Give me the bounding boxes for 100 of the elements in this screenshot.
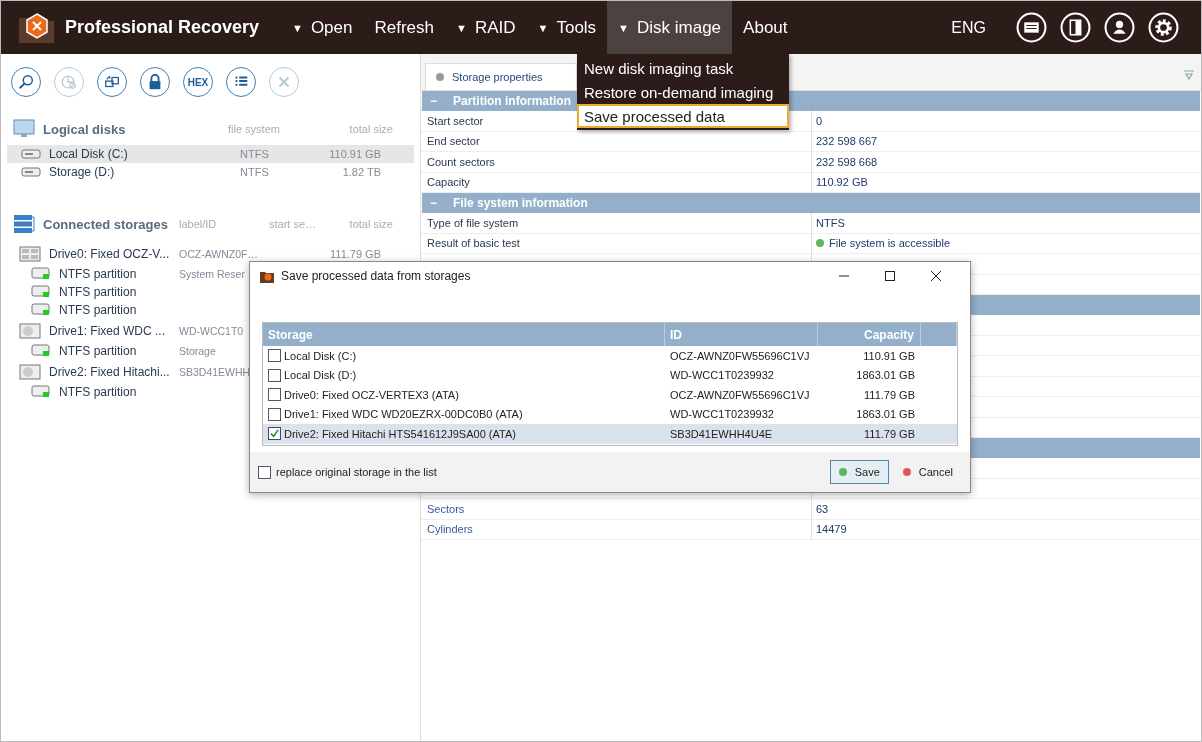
cancel-button[interactable]: Cancel [893, 460, 962, 484]
table-cell-text: OCZ-AWNZ0FW55696C1VJ [669, 348, 811, 364]
storage-row[interactable]: Local Disk (D:) WD-WCC1T0239932 1863.01 GB [263, 365, 957, 385]
checkbox[interactable] [268, 407, 281, 421]
dropdown-item[interactable]: New disk imaging task [577, 56, 789, 80]
property-value: NTFS [815, 215, 845, 231]
drive-label: SB3D41EWHH [179, 366, 251, 378]
table-cell: Drive0: Fixed OCZ-VERTEX3 (ATA) [284, 388, 459, 401]
app-title: Professional Recovery [65, 17, 260, 38]
property-label: Cylinders [421, 519, 812, 539]
checkbox[interactable] [268, 349, 281, 363]
partition-item[interactable]: NTFS partition [59, 267, 137, 281]
storage-row[interactable]: Drive2: Fixed Hitachi HTS541612J9SA00 (ATA) SB3D41EWHH4U4E 111.79 GB [263, 424, 957, 444]
search-button[interactable] [11, 67, 41, 97]
scan-button[interactable] [97, 67, 127, 97]
table-cell: Drive2: Fixed Hitachi HTS541612J9SA00 (ATA) [284, 427, 516, 440]
property-label: Capacity [421, 172, 812, 192]
property-value: 232 598 667 [815, 134, 878, 150]
logical-disk-item[interactable]: Storage (D:) NTFS 1.82 TB [7, 163, 414, 181]
list-button[interactable] [226, 67, 256, 97]
partition-icon [31, 385, 51, 399]
logical-disk-item[interactable]: Local Disk (C:) NTFS 110.91 GB [7, 145, 414, 163]
checkbox[interactable] [268, 368, 281, 382]
menu-item[interactable]: About [732, 1, 799, 54]
menu-item[interactable]: Refresh [363, 1, 445, 54]
drive-item[interactable]: Drive0: Fixed OCZ-V... [49, 247, 170, 261]
checkbox-label: replace original storage in the list [276, 466, 437, 478]
partition-label: Storage [179, 345, 216, 357]
drive-item[interactable]: Drive1: Fixed WDC ... [49, 324, 165, 338]
dropdown-item[interactable]: Save processed data [577, 104, 789, 128]
drive-size: 111.79 GB [330, 248, 381, 260]
checkbox[interactable] [268, 388, 281, 402]
table-cell-text: OCZ-AWNZ0FW55696C1VJ [669, 387, 811, 403]
storage-row[interactable]: Drive0: Fixed OCZ-VERTEX3 (ATA) OCZ-AWNZ0FW55696C1VJ 111.79 GB [263, 385, 957, 405]
storage-row[interactable]: Local Disk (C:) OCZ-AWNZ0FW55696C1VJ 110.91 GB [263, 346, 957, 366]
table-cell: Drive1: Fixed WDC WD20EZRX-00DC0B0 (ATA) [284, 408, 523, 421]
table-cell-text: 1863.01 GB [855, 368, 916, 384]
panel-icon[interactable] [1060, 12, 1091, 43]
ssd-icon [19, 246, 41, 262]
table-cell-text: SB3D41EWHH4U4E [669, 426, 774, 442]
partition-icon [31, 285, 51, 299]
hard-drive-icon [19, 323, 41, 339]
property-value: File system is accessible [812, 233, 951, 253]
property-label: End sector [421, 131, 812, 151]
user-icon[interactable] [1104, 12, 1135, 43]
save-button[interactable]: Save [829, 460, 889, 484]
table-cell-text: WD-WCC1T0239932 [669, 407, 775, 423]
section-title: Connected storages [43, 216, 168, 232]
menu-item[interactable]: ▼ Tools [526, 1, 608, 54]
table-cell-text: 1863.01 GB [855, 407, 916, 423]
property-value: 232 598 668 [815, 154, 878, 170]
partition-item[interactable]: NTFS partition [59, 303, 137, 317]
checkbox[interactable] [258, 465, 271, 479]
maximize-icon[interactable] [884, 270, 896, 282]
property-label: Result of basic test [421, 233, 812, 253]
property-label: Count sectors [421, 152, 812, 172]
property-label: Sectors [421, 499, 812, 519]
column-header: ID [665, 323, 818, 346]
table-cell-text: 110.91 GB [862, 348, 916, 364]
column-header: Capacity [818, 323, 921, 346]
table-cell-text: 111.79 GB [863, 387, 916, 403]
column-header: total size [349, 218, 393, 230]
table-cell: Local Disk (D:) [284, 369, 357, 382]
column-header: Storage [263, 323, 665, 346]
partition-item[interactable]: NTFS partition [59, 344, 137, 358]
partition-item[interactable]: NTFS partition [59, 285, 137, 299]
pie-chart-icon [60, 73, 78, 91]
language-selector[interactable]: ENG [951, 18, 986, 37]
hex-button[interactable]: HEX [183, 67, 213, 97]
property-value: 14479 [815, 522, 847, 538]
property-label: Type of file system [421, 213, 812, 233]
partition-icon [31, 303, 51, 317]
monitor-icon [13, 119, 35, 139]
column-header: total size [349, 123, 393, 135]
drive-label: OCZ-AWNZ0F… [179, 248, 258, 260]
hard-drive-icon [19, 364, 41, 380]
search-icon [17, 73, 35, 91]
menu-item[interactable]: ▼ Open [281, 1, 364, 54]
partition-icon [31, 267, 51, 281]
close-icon[interactable] [930, 270, 942, 282]
table-cell-text: 111.79 GB [863, 426, 916, 442]
menu-item[interactable]: ▼ RAID [445, 1, 527, 54]
menu-item[interactable]: ▼ Disk image [607, 1, 733, 54]
column-header: start se… [269, 218, 317, 230]
lock-button[interactable] [140, 67, 170, 97]
partition-item[interactable]: NTFS partition [59, 385, 137, 399]
checkbox[interactable] [268, 427, 281, 441]
column-header: file system [228, 123, 280, 135]
table-cell-text: WD-WCC1T0239932 [669, 368, 775, 384]
storage-row[interactable]: Drive1: Fixed WDC WD20EZRX-00DC0B0 (ATA) WD-WCC1T0239932 1863.01 GB [263, 404, 957, 424]
property-value: 63 [815, 501, 829, 517]
display-icon[interactable] [1016, 12, 1047, 43]
partition-label: System Reser [179, 268, 245, 280]
settings-icon[interactable] [1148, 12, 1179, 43]
partition-icon [31, 344, 51, 358]
drive-item[interactable]: Drive2: Fixed Hitachi... [49, 365, 170, 379]
storage-stack-icon [13, 214, 35, 234]
property-value: 0 [815, 113, 823, 129]
property-value: 110.92 GB [815, 175, 868, 191]
storage-properties-tab[interactable]: Storage properties [425, 63, 577, 90]
